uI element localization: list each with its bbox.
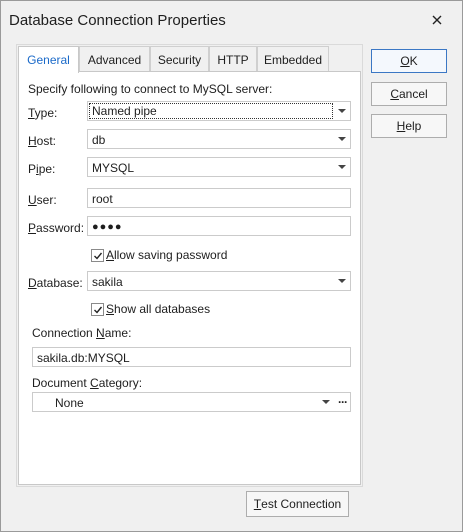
checkmark-icon xyxy=(94,252,103,260)
help-button[interactable]: Help xyxy=(371,114,447,138)
user-label: User: xyxy=(28,193,57,207)
pipe-value: MYSQL xyxy=(92,161,135,175)
test-connection-button[interactable]: Test Connection xyxy=(246,491,349,517)
user-value: root xyxy=(92,192,113,206)
allow-saving-checkbox[interactable] xyxy=(91,249,104,262)
window-title: Database Connection Properties xyxy=(9,12,226,29)
title-bar: Database Connection Properties xyxy=(1,1,462,39)
type-select[interactable]: Named pipe xyxy=(87,101,351,121)
host-label: Host: xyxy=(28,134,57,148)
chevron-down-icon xyxy=(338,165,346,169)
tab-security[interactable]: Security xyxy=(150,46,209,72)
chevron-down-icon xyxy=(338,279,346,283)
show-all-databases-label[interactable]: Show all databases xyxy=(106,302,210,316)
password-label: Password: xyxy=(28,221,85,235)
allow-saving-label[interactable]: Allow saving password xyxy=(106,248,227,262)
password-value: ●●●● xyxy=(92,221,123,233)
pipe-label: Pipe: xyxy=(28,162,56,176)
host-select[interactable]: db xyxy=(87,129,351,149)
password-input[interactable]: ●●●● xyxy=(87,216,351,236)
dialog-window: Database Connection Properties General A… xyxy=(0,0,463,532)
close-button[interactable] xyxy=(421,7,453,33)
type-label: Type: xyxy=(28,106,58,120)
cancel-button[interactable]: Cancel xyxy=(371,82,447,106)
type-value: Named pipe xyxy=(89,103,333,119)
tab-embedded[interactable]: Embedded xyxy=(257,46,329,72)
database-label: Database: xyxy=(28,276,83,290)
document-category-value: None xyxy=(55,396,84,410)
document-category-select[interactable]: None ··· xyxy=(32,392,351,412)
ellipsis-icon[interactable]: ··· xyxy=(338,395,348,409)
connection-name-label: Connection Name: xyxy=(32,326,132,340)
pipe-select[interactable]: MYSQL xyxy=(87,157,351,177)
tab-general[interactable]: General xyxy=(18,46,79,73)
checkmark-icon xyxy=(94,306,103,314)
tab-advanced[interactable]: Advanced xyxy=(79,46,150,72)
intro-text: Specify following to connect to MySQL se… xyxy=(28,82,273,96)
database-select[interactable]: sakila xyxy=(87,271,351,291)
chevron-down-icon xyxy=(338,137,346,141)
database-value: sakila xyxy=(92,275,123,289)
chevron-down-icon xyxy=(322,400,330,404)
general-panel: Specify following to connect to MySQL se… xyxy=(18,71,361,485)
ok-button[interactable]: OK xyxy=(371,49,447,73)
show-all-databases-checkbox[interactable] xyxy=(91,303,104,316)
connection-name-input[interactable]: sakila.db:MYSQL xyxy=(32,347,351,367)
connection-name-value: sakila.db:MYSQL xyxy=(37,351,130,365)
chevron-down-icon xyxy=(338,109,346,113)
document-category-label: Document Category: xyxy=(32,376,143,390)
host-value: db xyxy=(92,133,106,147)
tab-http[interactable]: HTTP xyxy=(209,46,257,72)
close-icon xyxy=(432,15,442,25)
user-input[interactable]: root xyxy=(87,188,351,208)
